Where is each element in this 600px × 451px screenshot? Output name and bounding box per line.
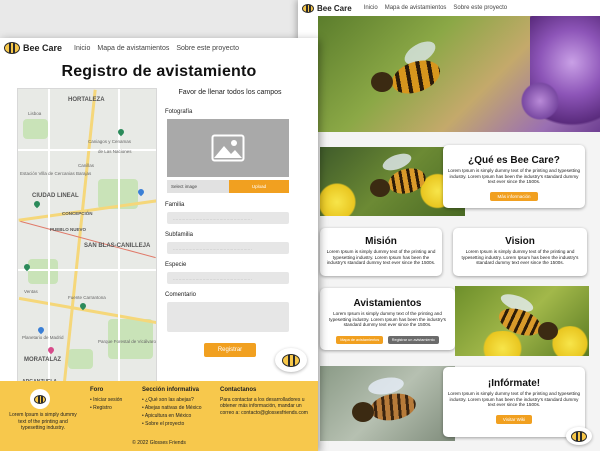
form-hint: Favor de llenar todos los campos [178, 89, 282, 96]
card-avist-text: Lorem Ipsum is simply dummy text of the … [329, 311, 446, 328]
registration-brand[interactable]: Bee Care [23, 43, 62, 53]
bee-photo-3 [320, 366, 455, 441]
map-pin-icon[interactable] [136, 187, 146, 197]
card-informate-title: ¡Infórmate! [487, 378, 541, 389]
photo-label: Fotografía [165, 109, 193, 116]
footer-contact-text: Para contactar a los desarrolladores u o… [220, 397, 308, 416]
hero-bee [363, 36, 445, 104]
footer-foro: Foro Iniciar sesión Registro [90, 387, 122, 413]
map-label: PUEBLO NUEVO [50, 227, 87, 232]
nav-link-inicio[interactable]: Inicio [74, 45, 90, 52]
familia-input[interactable]: ........................................… [167, 212, 289, 225]
footer-link-proyecto[interactable]: Sobre el proyecto [142, 421, 202, 427]
home-page-mockup: Bee Care Inicio Mapa de avistamientos So… [298, 0, 600, 451]
card-informate: ¡Infórmate! Lorem Ipsum is simply dummy … [443, 367, 585, 437]
purple-flower-2 [520, 76, 560, 126]
page-title: Registro de avistamiento [61, 63, 257, 80]
card-que-es-text: Lorem Ipsum is simply dummy text of the … [447, 168, 581, 185]
nav-link-sobre[interactable]: Sobre este proyecto [176, 45, 239, 52]
card-avistamientos: Avistamientos Lorem Ipsum is simply dumm… [320, 288, 455, 350]
card-informate-text: Lorem Ipsum is simply dummy text of the … [447, 391, 581, 408]
map-label: SAN BLAS-CANILLEJA [84, 243, 151, 249]
sighting-form: Favor de llenar todos los campos Fotogra… [165, 88, 295, 358]
floating-bee-button[interactable] [566, 427, 592, 445]
image-placeholder-icon [211, 134, 245, 162]
map-small-label: Fuente Carrantona [68, 295, 106, 300]
map-small-label: Lisboa [28, 111, 42, 116]
map-small-label: Canillas [78, 163, 95, 168]
registrar-button[interactable]: Registrar [203, 343, 257, 358]
image-preview[interactable] [167, 119, 289, 178]
comentario-textarea[interactable] [167, 302, 289, 333]
home-navbar: Bee Care Inicio Mapa de avistamientos So… [298, 0, 600, 16]
footer-info: Sección informativa ¿Qué son las abejas?… [142, 387, 202, 429]
map-small-label: Ventas [24, 289, 38, 294]
especie-input[interactable]: ........................................… [167, 272, 289, 285]
nav-link-sobre[interactable]: Sobre este proyecto [453, 5, 507, 11]
footer-contact-title: Contactanos [220, 387, 257, 393]
bee-icon [302, 3, 314, 13]
card-mision-title: Misión [365, 236, 397, 247]
footer-link-registro[interactable]: Registro [90, 405, 122, 411]
footer-link-login[interactable]: Iniciar sesión [90, 397, 122, 403]
footer-link-apicultura[interactable]: Apicultura en México [142, 413, 202, 419]
footer-foro-title: Foro [90, 387, 104, 393]
home-logo[interactable]: Bee Care [302, 3, 352, 13]
home-brand: Bee Care [317, 3, 352, 13]
subfamilia-label: Subfamilia [165, 232, 194, 239]
copyright: © 2022 Glosses Friends [132, 440, 186, 446]
card-avist-title: Avistamientos [353, 298, 422, 309]
map-label: CONCEPCIÓN [62, 211, 93, 216]
bee-icon [34, 394, 46, 404]
map-small-label: de Las Naciones [98, 149, 132, 154]
especie-label: Especie [165, 262, 187, 269]
file-upload-bar: Select image Upload [167, 180, 289, 194]
footer-link-abejas[interactable]: ¿Qué son las abejas? [142, 397, 202, 403]
card-vision: Vision Lorem Ipsum is simply dummy text … [453, 228, 587, 276]
registration-navbar: Bee Care Inicio Mapa de avistamientos So… [0, 38, 318, 58]
map-pin-icon[interactable] [32, 199, 42, 209]
map-label: HORTALEZA [68, 97, 105, 103]
footer-info-title: Sección informativa [142, 387, 200, 393]
mapa-avist-button[interactable]: Mapa de avistamientos [336, 336, 384, 345]
map-small-label: Parque Forestal de Vicálvaro [98, 339, 156, 344]
footer-link-nativas[interactable]: Abejas nativas de México [142, 405, 202, 411]
subfamilia-input[interactable]: ........................................… [167, 242, 289, 255]
map-label: MORATALAZ [24, 357, 62, 363]
select-image-field[interactable]: Select image [167, 180, 229, 194]
footer-logo [30, 389, 50, 409]
nav-link-mapa[interactable]: Mapa de avistamientos [385, 5, 447, 11]
footer-contact: Contactanos Para contactar a los desarro… [220, 387, 310, 416]
footer-description: Lorem Ipsum is simply dummy text of the … [9, 412, 77, 431]
card-vision-title: Vision [505, 236, 535, 247]
nav-link-mapa[interactable]: Mapa de avistamientos [97, 45, 169, 52]
comentario-label: Comentario [165, 292, 197, 299]
card-vision-text: Lorem Ipsum is simply dummy text of the … [461, 249, 579, 266]
hero-bee-image [318, 16, 600, 132]
map-label: CIUDAD LINEAL [32, 193, 79, 199]
floating-bee-button[interactable] [275, 348, 307, 372]
registration-page-mockup: Bee Care Inicio Mapa de avistamientos So… [0, 38, 318, 451]
bee-photo-2 [455, 286, 589, 356]
map-small-label: Caniagos y Cenamas [88, 139, 132, 144]
upload-button[interactable]: Upload [229, 180, 289, 194]
bee-icon [282, 353, 300, 367]
map-small-label: Estación Villa de Cercanias Barajas [20, 171, 92, 176]
card-mision-text: Lorem Ipsum is simply dummy text of the … [326, 249, 436, 266]
map-small-label: Planetario de Madrid [22, 335, 64, 340]
bee-icon [571, 430, 587, 442]
nav-link-inicio[interactable]: Inicio [364, 5, 378, 11]
bee-icon [4, 42, 20, 54]
card-mision: Misión Lorem Ipsum is simply dummy text … [320, 228, 442, 276]
sightings-map[interactable]: HORTALEZA CIUDAD LINEAL SAN BLAS-CANILLE… [17, 88, 157, 388]
map-pin-icon[interactable] [36, 325, 46, 335]
visitar-wiki-button[interactable]: Visitar Wiki [495, 415, 533, 425]
mas-info-button[interactable]: Más información [490, 192, 538, 202]
registrar-avist-button[interactable]: Registrar un avistamiento [387, 336, 439, 345]
card-que-es-title: ¿Qué es Bee Care? [468, 155, 560, 166]
familia-label: Familia [165, 202, 185, 209]
card-que-es: ¿Qué es Bee Care? Lorem Ipsum is simply … [443, 145, 585, 208]
